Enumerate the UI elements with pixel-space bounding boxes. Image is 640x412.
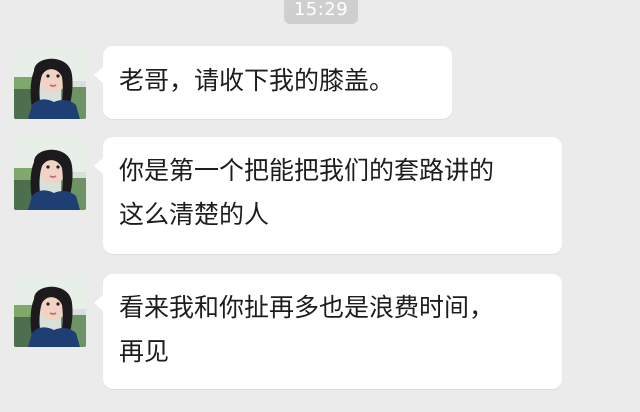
girl-photo-icon (14, 138, 86, 210)
message-text: 看来我和你扯再多也是浪费时间， 再见 (119, 293, 495, 366)
avatar[interactable] (14, 275, 86, 347)
avatar[interactable] (14, 138, 86, 210)
avatar[interactable] (14, 47, 86, 119)
message-bubble[interactable]: 看来我和你扯再多也是浪费时间， 再见 (94, 274, 562, 389)
girl-photo-icon (14, 47, 86, 119)
girl-photo-icon (14, 275, 86, 347)
message-text: 老哥，请收下我的膝盖。 (119, 66, 395, 95)
message-bubble[interactable]: 老哥，请收下我的膝盖。 (94, 46, 452, 119)
message-text: 你是第一个把能把我们的套路讲的 这么清楚的人 (119, 156, 495, 229)
timestamp: 15:29 (284, 0, 358, 24)
message-bubble[interactable]: 你是第一个把能把我们的套路讲的 这么清楚的人 (94, 137, 562, 254)
chat-window: 15:29 老哥，请收下我的膝盖。 你是第一个把能把我们的套路讲的 这么清楚的人… (0, 0, 640, 412)
